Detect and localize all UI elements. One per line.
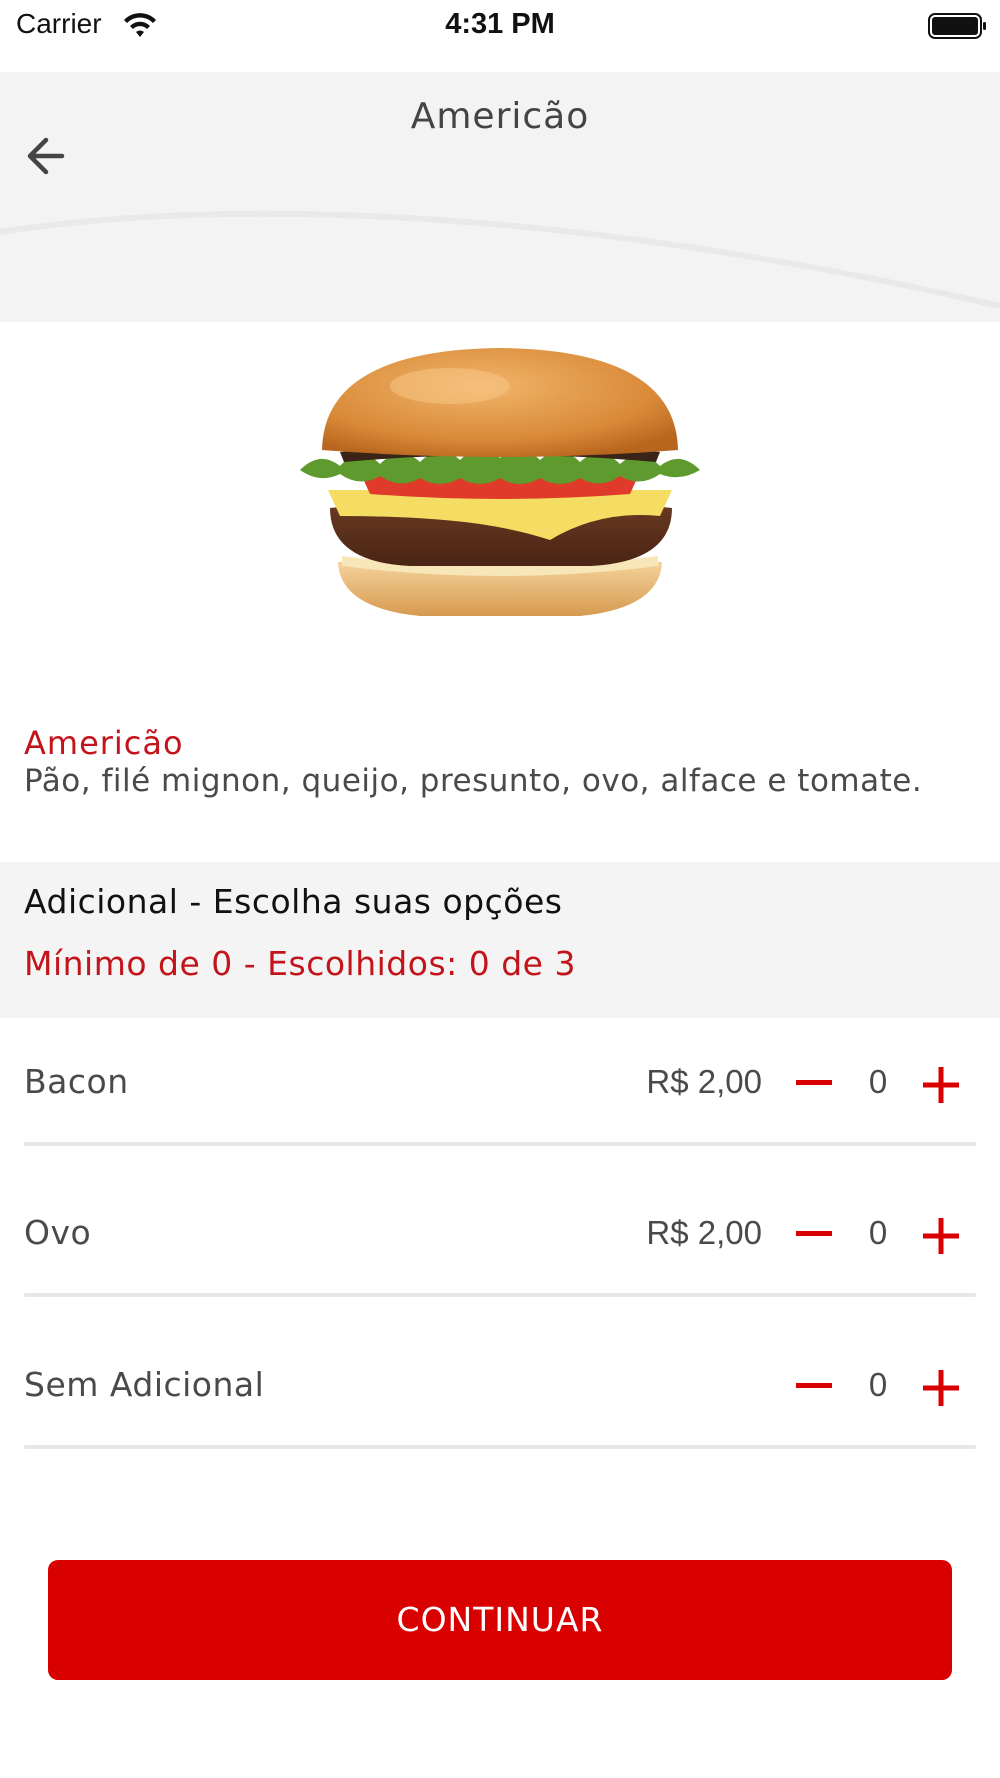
header-wave-decoration	[0, 190, 1000, 309]
option-quantity: 0	[868, 1214, 888, 1251]
option-price: R$ 2,00	[646, 1214, 762, 1251]
option-name: Bacon	[24, 1062, 129, 1101]
row-divider	[24, 1293, 976, 1297]
option-quantity: 0	[868, 1063, 888, 1100]
addons-section-header: Adicional - Escolha suas opções Mínimo d…	[0, 862, 1000, 1018]
option-row-ovo: Ovo R$ 2,00 0	[24, 1169, 976, 1319]
option-row-bacon: Bacon R$ 2,00 0	[24, 1018, 976, 1168]
option-row-sem-adicional: Sem Adicional 0	[24, 1321, 976, 1471]
row-divider	[24, 1445, 976, 1449]
minus-icon[interactable]	[790, 1365, 838, 1405]
option-name: Sem Adicional	[24, 1365, 265, 1404]
plus-icon[interactable]	[918, 1365, 964, 1411]
battery-full-icon	[928, 13, 986, 39]
product-detail-screen: Carrier 4:31 PM Americão Americão Pão, f…	[0, 0, 1000, 1778]
continue-button[interactable]: CONTINUAR	[48, 1560, 952, 1680]
section-title: Adicional - Escolha suas opções	[24, 882, 563, 921]
page-title: Americão	[410, 96, 590, 137]
arrow-left-icon[interactable]	[20, 128, 76, 184]
option-quantity: 0	[868, 1366, 888, 1403]
plus-icon[interactable]	[918, 1213, 964, 1259]
burger-image	[300, 348, 700, 616]
section-selection-rule: Mínimo de 0 - Escolhidos: 0 de 3	[24, 944, 576, 983]
row-divider	[24, 1142, 976, 1146]
minus-icon[interactable]	[790, 1062, 838, 1102]
plus-icon[interactable]	[918, 1062, 964, 1108]
minus-icon[interactable]	[790, 1213, 838, 1253]
product-description: Pão, filé mignon, queijo, presunto, ovo,…	[24, 763, 923, 799]
status-time: 4:31 PM	[445, 8, 555, 40]
status-bar: Carrier 4:31 PM	[0, 0, 1000, 72]
option-name: Ovo	[24, 1213, 92, 1252]
product-name: Americão	[24, 724, 184, 762]
option-price: R$ 2,00	[646, 1063, 762, 1100]
